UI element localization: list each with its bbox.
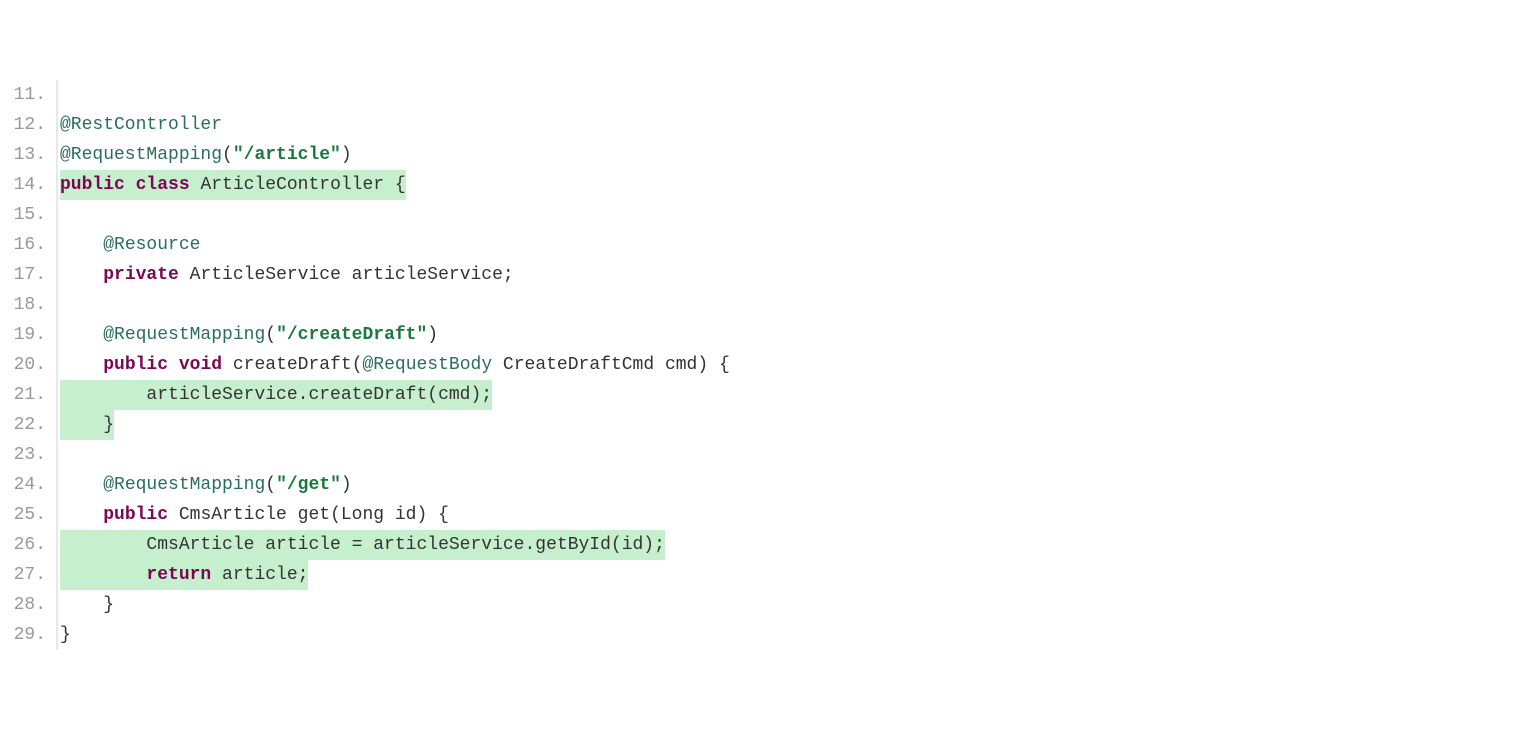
code-line: CmsArticle article = articleService.getB… bbox=[58, 530, 1528, 560]
code-line: @Resource bbox=[58, 230, 1528, 260]
code-line: public CmsArticle get(Long id) { bbox=[58, 500, 1528, 530]
line-number: 28. bbox=[0, 590, 50, 620]
line-number: 12. bbox=[0, 110, 50, 140]
line-number-gutter: 11.12.13.14.15.16.17.18.19.20.21.22.23.2… bbox=[0, 80, 58, 650]
code-editor: 11.12.13.14.15.16.17.18.19.20.21.22.23.2… bbox=[0, 80, 1528, 650]
code-line: private ArticleService articleService; bbox=[58, 260, 1528, 290]
code-line: return article; bbox=[58, 560, 1528, 590]
code-line: public class ArticleController { bbox=[58, 170, 1528, 200]
code-line: articleService.createDraft(cmd); bbox=[58, 380, 1528, 410]
line-number: 14. bbox=[0, 170, 50, 200]
code-line: } bbox=[58, 590, 1528, 620]
line-number: 23. bbox=[0, 440, 50, 470]
code-line bbox=[58, 80, 1528, 110]
line-number: 13. bbox=[0, 140, 50, 170]
code-line: @RequestMapping("/createDraft") bbox=[58, 320, 1528, 350]
code-line: @RequestMapping("/article") bbox=[58, 140, 1528, 170]
line-number: 20. bbox=[0, 350, 50, 380]
code-line bbox=[58, 200, 1528, 230]
line-number: 17. bbox=[0, 260, 50, 290]
line-number: 26. bbox=[0, 530, 50, 560]
line-number: 22. bbox=[0, 410, 50, 440]
line-number: 18. bbox=[0, 290, 50, 320]
code-line bbox=[58, 440, 1528, 470]
code-content[interactable]: @RestController@RequestMapping("/article… bbox=[58, 80, 1528, 650]
code-line: @RequestMapping("/get") bbox=[58, 470, 1528, 500]
line-number: 19. bbox=[0, 320, 50, 350]
code-line: @RestController bbox=[58, 110, 1528, 140]
line-number: 24. bbox=[0, 470, 50, 500]
line-number: 29. bbox=[0, 620, 50, 650]
code-line: } bbox=[58, 620, 1528, 650]
line-number: 16. bbox=[0, 230, 50, 260]
line-number: 21. bbox=[0, 380, 50, 410]
line-number: 15. bbox=[0, 200, 50, 230]
code-line bbox=[58, 290, 1528, 320]
line-number: 25. bbox=[0, 500, 50, 530]
line-number: 11. bbox=[0, 80, 50, 110]
code-line: public void createDraft(@RequestBody Cre… bbox=[58, 350, 1528, 380]
code-line: } bbox=[58, 410, 1528, 440]
line-number: 27. bbox=[0, 560, 50, 590]
